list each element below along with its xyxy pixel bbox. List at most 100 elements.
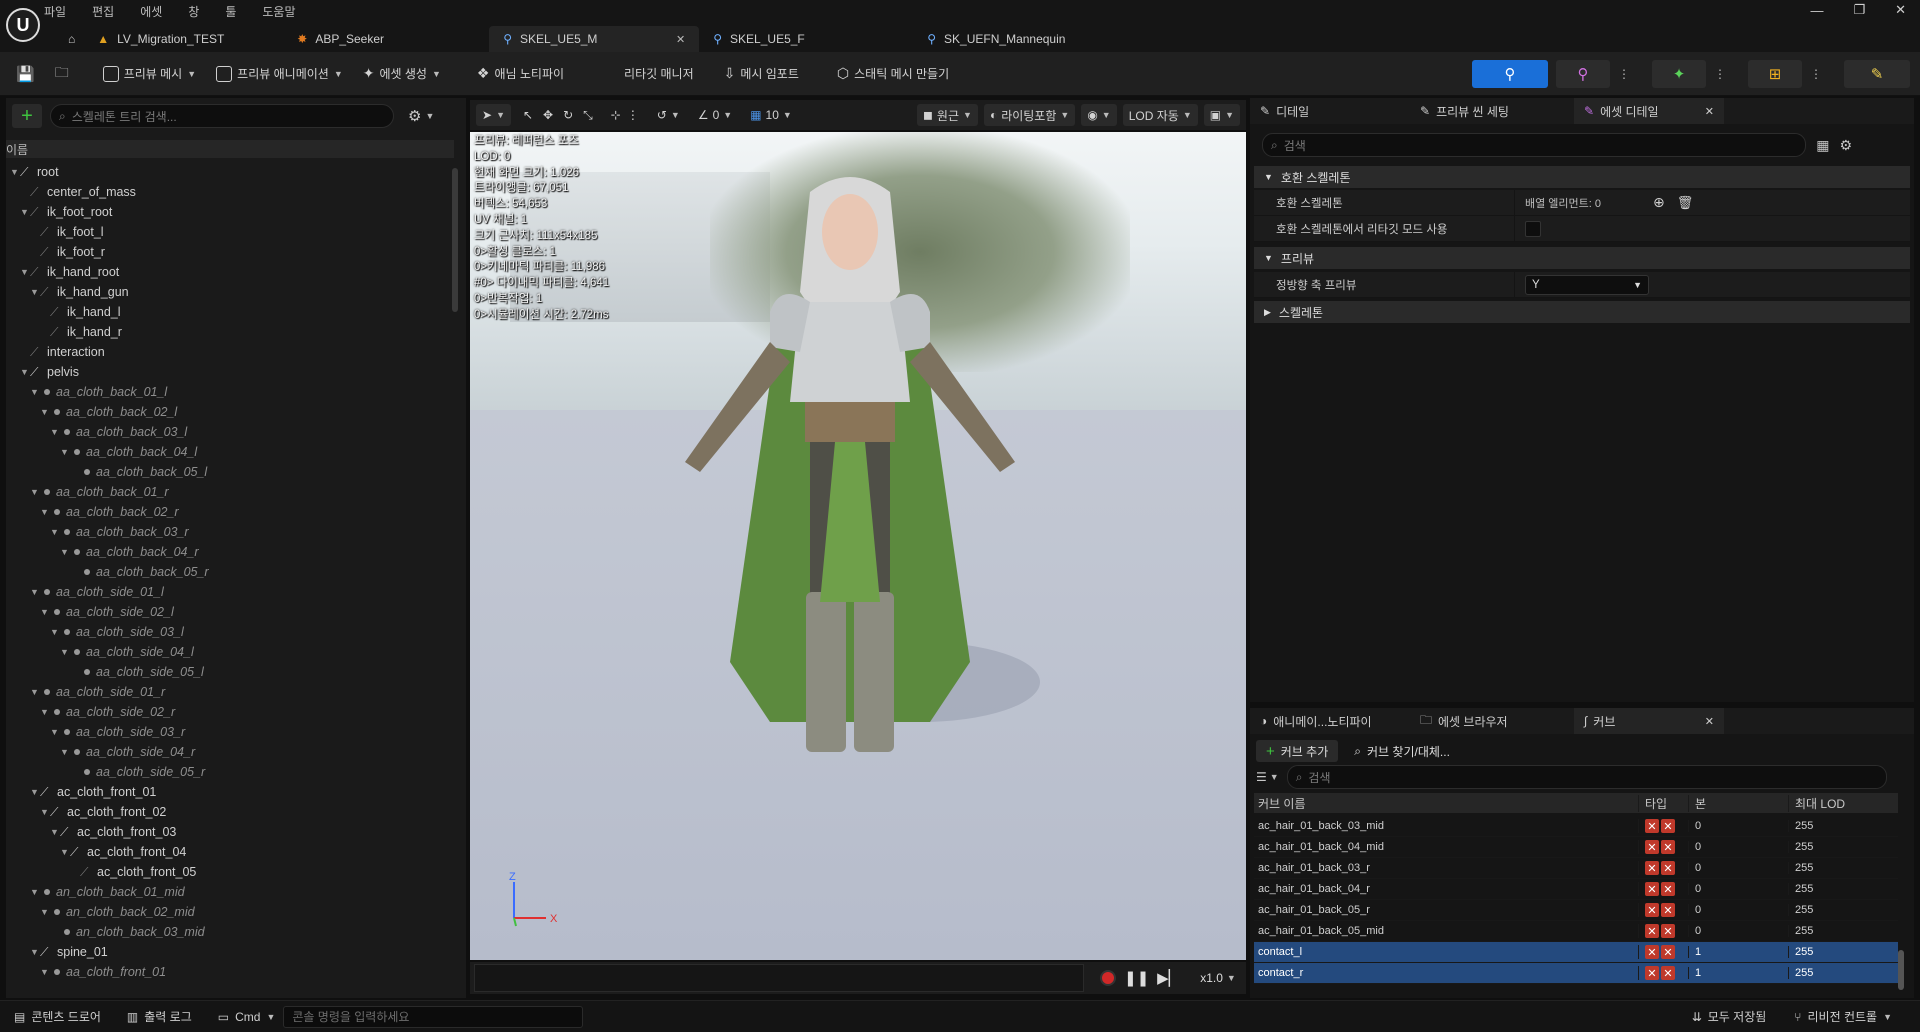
scale-icon[interactable]: ⤡ xyxy=(583,108,593,123)
menu-item-file[interactable]: 파일 xyxy=(44,3,66,20)
import-mesh-button[interactable]: ⇩ 메시 임포트 xyxy=(718,60,805,88)
curve-row[interactable]: ac_hair_01_back_04_r ✕ ✕ 0 255 xyxy=(1254,879,1898,900)
tree-node[interactable]: ▼ aa_cloth_side_03_r xyxy=(10,722,448,742)
show-flags-button[interactable]: ◉ ▼ xyxy=(1081,104,1117,126)
tree-node[interactable]: ▼ aa_cloth_front_01 xyxy=(10,962,448,982)
chevron-down-icon[interactable]: ▼ xyxy=(30,787,40,797)
close-tab-icon[interactable]: ✕ xyxy=(676,33,685,46)
lod-button[interactable]: LOD 자동 ▼ xyxy=(1122,104,1198,126)
tab-curves[interactable]: ∫ 커브 ✕ xyxy=(1574,708,1724,734)
tree-node[interactable]: ▼ aa_cloth_back_04_r xyxy=(10,542,448,562)
tree-node[interactable]: aa_cloth_back_05_l xyxy=(10,462,448,482)
curve-row[interactable]: ac_hair_01_back_03_r ✕ ✕ 0 255 xyxy=(1254,858,1898,879)
browse-button[interactable]: 🗀 xyxy=(49,60,75,88)
tree-scrollbar[interactable] xyxy=(452,168,458,312)
find-replace-curves-button[interactable]: ⌕ 커브 찾기/대체... xyxy=(1344,740,1460,762)
material-off-icon[interactable]: ✕ xyxy=(1661,819,1675,833)
add-bone-button[interactable]: + xyxy=(12,104,42,128)
unreal-logo-icon[interactable]: U xyxy=(6,8,40,42)
cmd-select[interactable]: ▭ Cmd ▼ xyxy=(210,1006,284,1028)
tree-node[interactable]: ▼ ⟋ spine_01 xyxy=(10,942,448,962)
morph-target-off-icon[interactable]: ✕ xyxy=(1645,966,1659,980)
tree-node[interactable]: ⟋ center_of_mass xyxy=(10,182,448,202)
tree-node[interactable]: ▼ ⟋ ac_cloth_front_03 xyxy=(10,822,448,842)
playback-speed-button[interactable]: x1.0 ▼ xyxy=(1200,971,1236,985)
tab-asset-browser[interactable]: 🗀 에셋 브라우저 xyxy=(1410,708,1574,734)
tab-skel-ue5-f[interactable]: ⚲ SKEL_UE5_F xyxy=(699,26,913,52)
record-icon[interactable] xyxy=(1100,970,1116,986)
revision-control-button[interactable]: ⑂ 리비전 컨트롤 ▼ xyxy=(1786,1006,1900,1028)
close-tab-icon[interactable]: ✕ xyxy=(1705,715,1714,728)
tree-node[interactable]: ▼ aa_cloth_side_04_r xyxy=(10,742,448,762)
coordinate-icon[interactable]: ⊹ xyxy=(611,108,621,122)
table-view-icon[interactable]: ▦ xyxy=(1816,137,1829,154)
category-skeleton[interactable]: ▶ 스켈레톤 xyxy=(1254,301,1910,323)
chevron-down-icon[interactable]: ▼ xyxy=(40,707,50,717)
viewport[interactable]: 프리뷰: 레퍼런스 포즈 LOD: 0 현재 화면 크기: 1.026 트라이앵… xyxy=(470,132,1246,960)
add-element-icon[interactable]: ⊕ xyxy=(1653,194,1665,211)
chevron-down-icon[interactable]: ▼ xyxy=(50,427,60,437)
chevron-down-icon[interactable]: ▼ xyxy=(30,287,40,297)
filter-button[interactable]: ☰ ▼ xyxy=(1256,770,1279,784)
chevron-down-icon[interactable]: ▼ xyxy=(20,267,30,277)
tree-node[interactable]: ▼ aa_cloth_side_01_r xyxy=(10,682,448,702)
retarget-manager-button[interactable]: 리타깃 매니저 xyxy=(618,60,700,88)
tree-node[interactable]: ▼ an_cloth_back_02_mid xyxy=(10,902,448,922)
viewport-options-button[interactable]: ➤ ▼ xyxy=(476,104,511,126)
chevron-down-icon[interactable]: ▼ xyxy=(30,947,40,957)
minimize-button[interactable]: — xyxy=(1810,3,1823,18)
tree-settings-button[interactable]: ⚙ ▼ xyxy=(408,107,434,125)
skeleton-tree-search[interactable]: ⌕ 스켈레톤 트리 검색... xyxy=(50,104,394,128)
menu-item-help[interactable]: 도움말 xyxy=(262,3,295,20)
chevron-down-icon[interactable]: ▼ xyxy=(40,407,50,417)
tab-anim-notifies[interactable]: ◑ 애니메이...노티파이 xyxy=(1250,708,1410,734)
chevron-down-icon[interactable]: ▼ xyxy=(20,367,30,377)
timeline-track[interactable] xyxy=(474,964,1084,992)
retarget-mode-checkbox[interactable] xyxy=(1525,220,1541,237)
chevron-down-icon[interactable]: ▼ xyxy=(50,827,60,837)
menu-item-asset[interactable]: 에셋 xyxy=(140,3,162,20)
mesh-mode-button[interactable]: ⚲ xyxy=(1556,59,1610,88)
tree-node[interactable]: aa_cloth_back_05_r xyxy=(10,562,448,582)
tree-node[interactable]: ▼ ⟋ ik_hand_root xyxy=(10,262,448,282)
physics-mode-button[interactable]: ✎ xyxy=(1844,59,1910,88)
tree-node[interactable]: aa_cloth_side_05_r xyxy=(10,762,448,782)
more-options-icon[interactable]: ⋮ xyxy=(627,108,639,122)
forward-axis-select[interactable]: Y ▼ xyxy=(1525,274,1649,295)
tab-asset-details[interactable]: ✎ 에셋 디테일 ✕ xyxy=(1574,98,1724,124)
tab-details[interactable]: ✎ 디테일 xyxy=(1250,98,1410,124)
skeleton-mode-button[interactable]: ⚲ xyxy=(1472,59,1548,88)
curves-search-input[interactable]: ⌕ 검색 xyxy=(1286,765,1887,789)
tree-node[interactable]: ⟋ interaction xyxy=(10,342,448,362)
tree-node[interactable]: ▼ aa_cloth_back_02_r xyxy=(10,502,448,522)
chevron-down-icon[interactable]: ▼ xyxy=(30,687,40,697)
blueprint-mode-button[interactable]: ⊞ xyxy=(1748,59,1802,88)
tree-node[interactable]: ▼ aa_cloth_side_02_r xyxy=(10,702,448,722)
chevron-down-icon[interactable]: ▼ xyxy=(40,807,50,817)
tree-node[interactable]: ▼ aa_cloth_back_03_l xyxy=(10,422,448,442)
curve-row[interactable]: contact_r ✕ ✕ 1 255 xyxy=(1254,963,1898,984)
step-forward-icon[interactable]: ▶▏ xyxy=(1157,969,1180,987)
menu-item-edit[interactable]: 편집 xyxy=(92,3,114,20)
more-options-icon[interactable]: ⋮ xyxy=(1714,67,1726,81)
pause-icon[interactable]: ❚❚ xyxy=(1124,969,1149,987)
tree-node[interactable]: ▼ ⟋ ik_hand_gun xyxy=(10,282,448,302)
select-icon[interactable]: ↖ xyxy=(523,108,533,122)
menu-item-tools[interactable]: 툴 xyxy=(225,3,236,20)
more-options-icon[interactable]: ⋮ xyxy=(1810,67,1822,81)
curves-scrollbar[interactable] xyxy=(1898,950,1904,990)
curve-row[interactable]: ac_hair_01_back_03_mid ✕ ✕ 0 255 xyxy=(1254,816,1898,837)
tree-node[interactable]: ⟋ ik_foot_l xyxy=(10,222,448,242)
morph-target-off-icon[interactable]: ✕ xyxy=(1645,819,1659,833)
tree-node[interactable]: ▼ ⟋ ik_foot_root xyxy=(10,202,448,222)
gear-icon[interactable]: ⚙ xyxy=(1839,137,1852,154)
lighting-mode-button[interactable]: ◐ 라이팅포함 ▼ xyxy=(983,104,1076,126)
add-curve-button[interactable]: + 커브 추가 xyxy=(1256,740,1339,762)
output-log-button[interactable]: ▥ 출력 로그 xyxy=(119,1006,200,1028)
chevron-down-icon[interactable]: ▼ xyxy=(50,527,60,537)
animation-mode-button[interactable]: ✦ xyxy=(1652,59,1706,88)
chevron-down-icon[interactable]: ▼ xyxy=(50,627,60,637)
curve-row[interactable]: ac_hair_01_back_04_mid ✕ ✕ 0 255 xyxy=(1254,837,1898,858)
grid-snap-button[interactable]: ▦ 10 ▼ xyxy=(744,104,798,126)
details-search-input[interactable]: ⌕ 검색 xyxy=(1262,133,1807,157)
